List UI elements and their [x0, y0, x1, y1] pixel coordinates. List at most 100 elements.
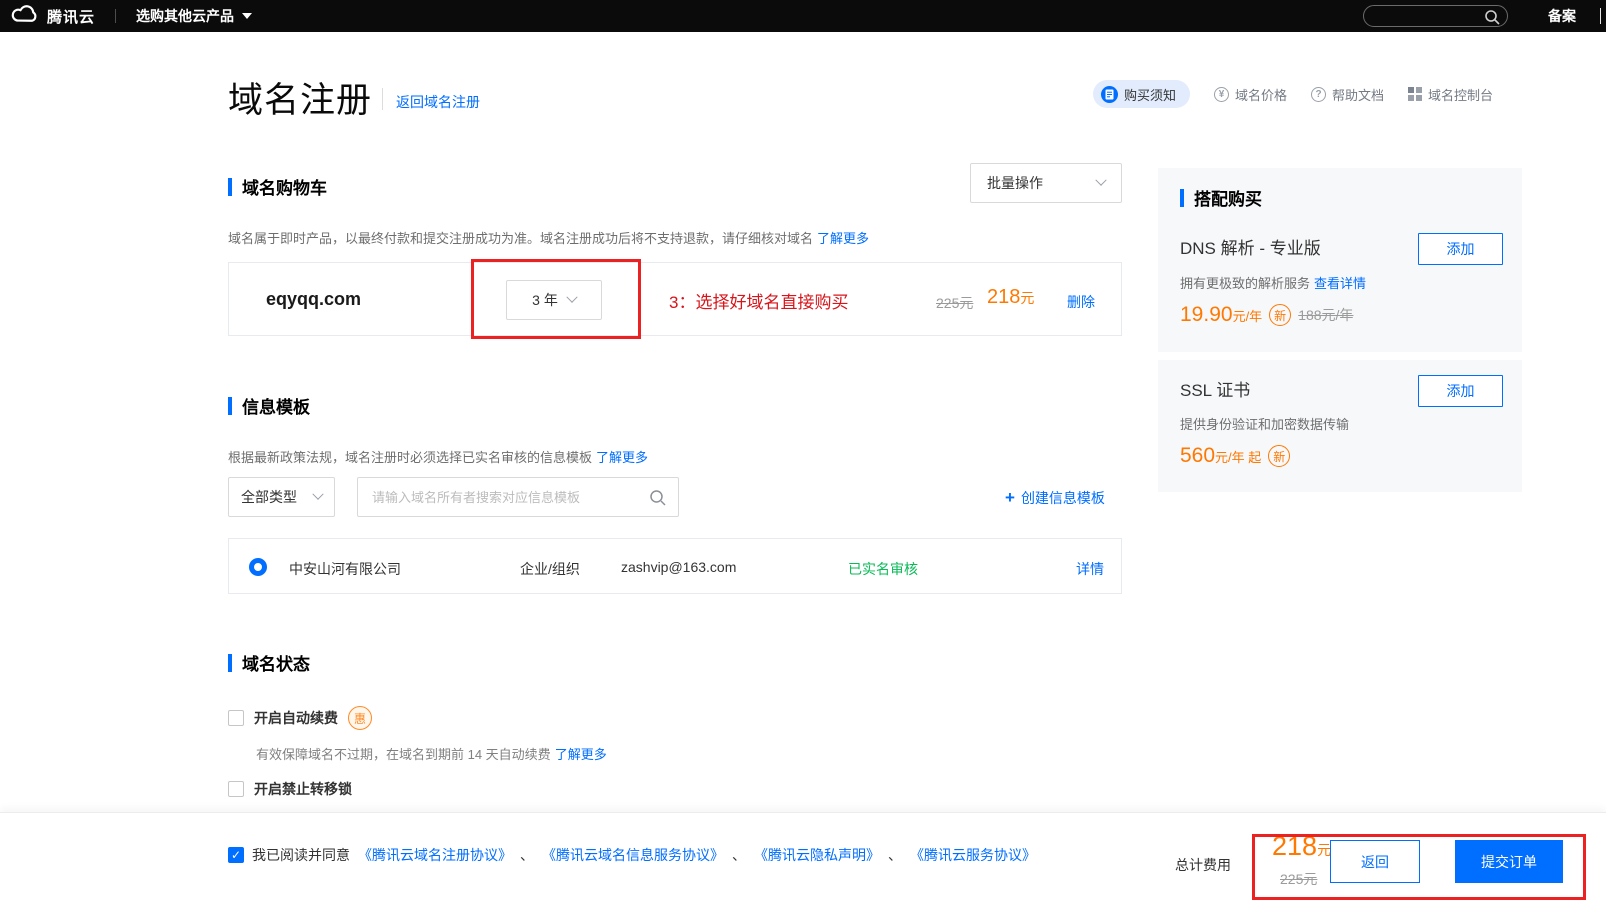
agreement-checkbox-checked[interactable]: ✓: [228, 847, 244, 863]
template-verify-status: 已实名审核: [848, 559, 918, 579]
cart-learn-more-link[interactable]: 了解更多: [817, 231, 869, 246]
template-search-input[interactable]: [358, 478, 678, 516]
item-price-unit: 元: [1020, 290, 1034, 306]
topbar-divider: [115, 9, 116, 23]
template-notice-text: 根据最新政策法规，域名注册时必须选择已实名审核的信息模板: [228, 450, 592, 465]
transfer-lock-checkbox[interactable]: [228, 781, 244, 797]
chevron-down-icon: [1095, 175, 1106, 186]
topbar-search-input[interactable]: [1363, 5, 1508, 27]
ssl-price: 560元/年 起: [1180, 444, 1261, 468]
ssl-product-name: SSL 证书: [1180, 376, 1250, 401]
domain-name: eqyqq.com: [266, 289, 361, 310]
caret-down-icon: [242, 13, 252, 19]
logo-text: 腾讯云: [47, 6, 95, 27]
plus-icon: +: [1005, 491, 1015, 505]
item-price-value: 218: [987, 286, 1020, 308]
agreement-link-privacy[interactable]: 《腾讯云隐私声明》: [754, 845, 880, 865]
total-original-price: 225元: [1280, 869, 1317, 889]
document-icon: [1101, 86, 1118, 103]
beian-link[interactable]: 备案: [1548, 6, 1576, 26]
agreement-separator: 、: [732, 845, 746, 865]
ssl-price-row: 560元/年 起 新: [1180, 444, 1290, 468]
bundle-card-ssl: SSL 证书 添加 提供身份验证和加密数据传输 560元/年 起 新: [1158, 360, 1522, 492]
dns-add-button[interactable]: 添加: [1418, 233, 1503, 265]
agreement-row: ✓ 我已阅读并同意 《腾讯云域名注册协议》 、 《腾讯云域名信息服务协议》 、 …: [228, 845, 1036, 865]
section-accent-bar: [1180, 189, 1184, 207]
template-learn-more-link[interactable]: 了解更多: [596, 450, 648, 465]
item-price: 218元: [987, 286, 1034, 309]
total-price-unit: 元: [1317, 842, 1331, 858]
title-divider: [382, 88, 383, 110]
agreement-link-service[interactable]: 《腾讯云服务协议》: [910, 845, 1036, 865]
template-radio-selected[interactable]: [249, 558, 267, 576]
dns-price-value: 19.90: [1180, 303, 1233, 326]
dns-price-row: 19.90元/年 新 188元/年: [1180, 303, 1353, 327]
cart-notice-text: 域名属于即时产品，以最终付款和提交注册成功为准。域名注册成功后将不支持退款，请仔…: [228, 231, 813, 246]
domain-price-link[interactable]: ¥ 域名价格: [1214, 85, 1287, 104]
auto-renew-desc: 有效保障域名不过期，在域名到期前 14 天自动续费了解更多: [256, 744, 607, 763]
template-row: 中安山河有限公司 企业/组织 zashvip@163.com 已实名审核 详情: [228, 538, 1122, 594]
agreement-separator: 、: [888, 845, 902, 865]
search-icon[interactable]: [649, 489, 666, 506]
auto-renew-learn-more-link[interactable]: 了解更多: [555, 747, 607, 762]
domain-console-label: 域名控制台: [1428, 85, 1493, 104]
bundle-section-title: 搭配购买: [1194, 185, 1262, 210]
total-price: 218元: [1272, 831, 1331, 862]
page-title: 域名注册: [228, 72, 372, 123]
agreement-separator: 、: [520, 845, 534, 865]
topbar: 腾讯云 选购其他云产品 备案: [0, 0, 1606, 32]
cloud-logo-icon: [10, 3, 40, 29]
grid-icon: [1408, 87, 1422, 101]
section-accent-bar: [228, 654, 232, 672]
item-original-price: 225元: [936, 293, 973, 313]
template-detail-link[interactable]: 详情: [1076, 559, 1104, 579]
batch-operation-label: 批量操作: [987, 173, 1043, 193]
purchase-notice-button[interactable]: 购买须知: [1093, 80, 1190, 108]
status-section-header: 域名状态: [228, 650, 310, 675]
back-button[interactable]: 返回: [1330, 840, 1420, 883]
template-type-filter[interactable]: 全部类型: [228, 477, 335, 517]
new-badge: 新: [1268, 445, 1290, 467]
ssl-price-unit: 元/年 起: [1215, 450, 1261, 465]
ssl-add-button[interactable]: 添加: [1418, 375, 1503, 407]
dns-original-price: 188元/年: [1298, 305, 1353, 325]
topbar-edge-divider: [1600, 8, 1601, 24]
auto-renew-label: 开启自动续费: [254, 708, 338, 728]
create-template-link[interactable]: + 创建信息模板: [1005, 488, 1105, 508]
template-search-box: [357, 477, 679, 517]
tencent-cloud-logo[interactable]: 腾讯云: [10, 3, 95, 29]
other-products-menu[interactable]: 选购其他云产品: [136, 6, 252, 26]
back-to-registration-link[interactable]: 返回域名注册: [396, 92, 480, 112]
auto-renew-checkbox[interactable]: [228, 710, 244, 726]
transfer-lock-row: 开启禁止转移锁: [228, 779, 352, 799]
create-template-label: 创建信息模板: [1021, 488, 1105, 508]
dns-detail-link[interactable]: 查看详情: [1314, 276, 1366, 291]
years-value: 3 年: [532, 290, 558, 310]
registration-years-select[interactable]: 3 年: [506, 280, 602, 320]
discount-badge: 惠: [348, 706, 372, 730]
dns-desc: 拥有更极致的解析服务查看详情: [1180, 273, 1366, 292]
chevron-down-icon: [312, 489, 323, 500]
cart-section-title: 域名购物车: [242, 174, 327, 199]
delete-item-link[interactable]: 删除: [1067, 292, 1095, 312]
template-owner-email: zashvip@163.com: [621, 559, 736, 575]
cart-section-header: 域名购物车: [228, 174, 327, 199]
help-docs-link[interactable]: ? 帮助文档: [1311, 85, 1384, 104]
domain-registration-page: 腾讯云 选购其他云产品 备案 域名注册 返回域名注册 购买须知 ¥ 域名价格 ?…: [0, 0, 1606, 905]
ssl-price-value: 560: [1180, 444, 1215, 467]
dns-price-unit: 元/年: [1233, 309, 1263, 324]
cart-item-row: eqyqq.com 3 年 3：选择好域名直接购买 225元 218元 删除: [228, 262, 1122, 336]
annotation-text: 3：选择好域名直接购买: [669, 288, 848, 313]
search-icon: [1484, 9, 1500, 25]
question-icon: ?: [1311, 87, 1326, 102]
ssl-desc: 提供身份验证和加密数据传输: [1180, 414, 1349, 433]
section-accent-bar: [228, 178, 232, 196]
domain-console-link[interactable]: 域名控制台: [1408, 85, 1493, 104]
batch-operation-dropdown[interactable]: 批量操作: [970, 163, 1122, 203]
agreement-link-info-service[interactable]: 《腾讯云域名信息服务协议》: [542, 845, 724, 865]
other-products-label: 选购其他云产品: [136, 6, 234, 26]
new-badge: 新: [1269, 304, 1291, 326]
submit-order-button[interactable]: 提交订单: [1455, 840, 1563, 883]
agreement-link-registration[interactable]: 《腾讯云域名注册协议》: [358, 845, 512, 865]
purchase-notice-label: 购买须知: [1124, 85, 1176, 104]
